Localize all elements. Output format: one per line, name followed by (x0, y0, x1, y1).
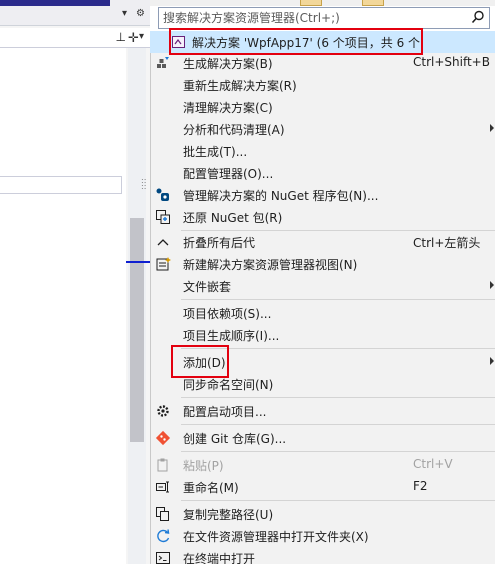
paste-icon (157, 458, 168, 472)
menu-label: 项目生成顺序(I)... (183, 329, 280, 343)
terminal-icon (156, 552, 170, 564)
menu-label: 配置启动项目... (183, 405, 267, 419)
menu-label: 折叠所有后代 (183, 236, 256, 250)
left-title-bar: ▾ ⚙ (0, 0, 150, 26)
menu-shortcut: F2 (413, 479, 428, 493)
menu-item-create-git[interactable]: 创建 Git 仓库(G)... (151, 427, 495, 449)
collapse-icon (157, 239, 169, 246)
refresh-arrow-icon (157, 529, 170, 543)
split-icon[interactable]: ✛ (128, 31, 139, 46)
menu-separator (181, 500, 495, 501)
title-accent (0, 0, 110, 6)
git-icon (155, 430, 171, 446)
rename-icon (156, 481, 169, 493)
nuget-icon (156, 188, 169, 201)
tab-dropdown-icon[interactable]: ▾ (139, 31, 144, 42)
annotation-box-solution (169, 28, 423, 55)
menu-separator (181, 451, 495, 452)
scrollbar-thumb[interactable] (130, 218, 144, 442)
menu-item-rebuild-solution[interactable]: 重新生成解决方案(R) (151, 74, 495, 96)
menu-shortcut: Ctrl+V (413, 457, 453, 471)
top-tab-strip (150, 0, 495, 6)
menu-label: 创建 Git 仓库(G)... (183, 432, 287, 446)
menu-label: 重新生成解决方案(R) (183, 79, 297, 93)
menu-label: 还原 NuGet 包(R) (183, 211, 283, 225)
menu-label: 生成解决方案(B) (183, 57, 273, 71)
menu-item-build-order[interactable]: 项目生成顺序(I)... (151, 324, 495, 346)
menu-item-restore-nuget[interactable]: 还原 NuGet 包(R) (151, 206, 495, 228)
menu-label: 文件嵌套 (183, 280, 232, 294)
menu-label: 项目依赖项(S)... (183, 307, 272, 321)
editor-body (0, 48, 126, 564)
menu-label: 复制完整路径(U) (183, 508, 274, 522)
menu-item-clean-solution[interactable]: 清理解决方案(C) (151, 96, 495, 118)
restore-packages-icon (156, 210, 170, 224)
menu-label: 在终端中打开 (183, 552, 256, 564)
menu-label: 批生成(T)... (183, 145, 248, 159)
menu-item-open-in-explorer[interactable]: 在文件资源管理器中打开文件夹(X) (151, 525, 495, 547)
menu-item-batch-build[interactable]: 批生成(T)... (151, 140, 495, 162)
editor-field[interactable] (0, 176, 122, 194)
build-icon (157, 57, 169, 68)
guide-line (126, 261, 150, 263)
menu-item-paste[interactable]: 粘贴(P) Ctrl+V (151, 454, 495, 476)
menu-label: 新建解决方案资源管理器视图(N) (183, 258, 358, 272)
menu-label: 同步命名空间(N) (183, 378, 274, 392)
menu-label: 分析和代码清理(A) (183, 123, 285, 137)
menu-label: 重命名(M) (183, 481, 239, 495)
menu-item-collapse-all[interactable]: 折叠所有后代 Ctrl+左箭头 (151, 231, 495, 253)
menu-separator (181, 397, 495, 398)
menu-item-rename[interactable]: 重命名(M) F2 (151, 476, 495, 498)
menu-item-copy-full-path[interactable]: 复制完整路径(U) (151, 503, 495, 525)
menu-item-project-dependencies[interactable]: 项目依赖项(S)... (151, 302, 495, 324)
menu-item-startup-projects[interactable]: 配置启动项目... (151, 400, 495, 422)
search-input[interactable] (163, 10, 463, 26)
menu-label: 粘贴(P) (183, 459, 224, 473)
menu-item-config-manager[interactable]: 配置管理器(O)... (151, 162, 495, 184)
solution-search-box[interactable] (158, 7, 490, 29)
submenu-arrow-icon (490, 124, 494, 132)
menu-label: 清理解决方案(C) (183, 101, 273, 115)
menu-item-build-solution[interactable]: 生成解决方案(B) Ctrl+Shift+B (151, 52, 495, 74)
submenu-arrow-icon (490, 357, 494, 365)
tab-marker[interactable] (300, 0, 322, 6)
menu-item-file-nesting[interactable]: 文件嵌套 (151, 275, 495, 297)
annotation-box-add (171, 345, 229, 378)
menu-item-open-in-terminal[interactable]: 在终端中打开 (151, 547, 495, 564)
menu-label: 管理解决方案的 NuGet 程序包(N)... (183, 189, 379, 203)
menu-separator (181, 299, 495, 300)
copy-icon (156, 507, 169, 521)
menu-label: 在文件资源管理器中打开文件夹(X) (183, 530, 369, 544)
submenu-arrow-icon (490, 281, 494, 289)
menu-separator (181, 424, 495, 425)
gear-icon (157, 405, 169, 417)
pin-icon[interactable]: ⊥ (116, 30, 126, 44)
tab-marker[interactable] (362, 0, 384, 6)
search-icon[interactable] (471, 10, 485, 24)
menu-item-analyze-cleanup[interactable]: 分析和代码清理(A) (151, 118, 495, 140)
menu-shortcut: Ctrl+左箭头 (413, 236, 481, 250)
splitter-grip-icon[interactable]: :::: (141, 177, 149, 198)
gear-icon[interactable]: ⚙ (136, 8, 145, 19)
new-view-icon (156, 257, 171, 271)
menu-item-new-view[interactable]: 新建解决方案资源管理器视图(N) (151, 253, 495, 275)
dropdown-icon[interactable]: ▾ (122, 8, 127, 19)
menu-item-manage-nuget[interactable]: 管理解决方案的 NuGet 程序包(N)... (151, 184, 495, 206)
menu-shortcut: Ctrl+Shift+B (413, 55, 490, 69)
context-menu: 生成解决方案(B) Ctrl+Shift+B 重新生成解决方案(R) 清理解决方… (150, 48, 495, 564)
menu-label: 配置管理器(O)... (183, 167, 274, 181)
